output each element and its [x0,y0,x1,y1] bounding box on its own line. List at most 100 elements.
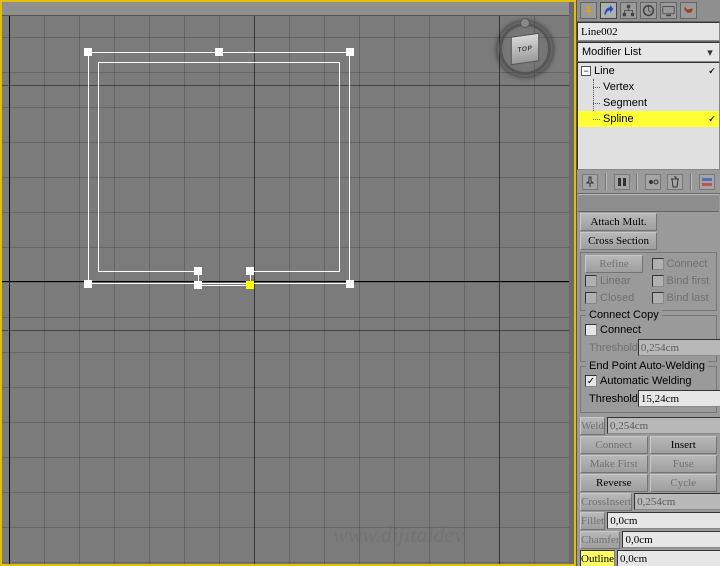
tab-create[interactable] [580,2,597,19]
auto-weld-checkbox[interactable]: ✓ [585,375,597,387]
outline-spinner[interactable]: ▲▼ [617,550,720,566]
refine-button[interactable]: Refine [585,255,643,273]
pin-icon [584,176,596,188]
remove-modifier-button[interactable] [667,174,683,190]
vertex[interactable] [194,281,202,289]
stack-sub-label: Spline [603,113,634,125]
attach-mult-button[interactable]: Attach Mult. [580,213,657,231]
viewport-scrollbar[interactable] [569,2,574,564]
stack-root-line[interactable]: − Line 🗸 [578,63,719,79]
unique-icon [647,176,659,188]
viewcube-label: TOP [518,45,533,54]
motion-icon [642,4,655,17]
reverse-button[interactable]: Reverse [580,474,648,492]
outline-input[interactable] [617,550,720,566]
spline-shape[interactable] [98,62,340,272]
cross-section-button[interactable]: Cross Section [580,232,657,250]
fillet-button[interactable]: Fillet [580,512,605,530]
bind-last-checkbox [652,292,664,304]
closed-label: Closed [600,292,634,304]
bind-last-label: Bind last [667,292,709,304]
viewcube-handle[interactable] [520,18,530,28]
configure-sets-button[interactable] [699,174,715,190]
weld-button[interactable]: Weld [580,417,605,435]
auto-weld-group: End Point Auto-Welding ✓ Automatic Weldi… [580,366,717,413]
make-first-button[interactable]: Make First [580,455,648,473]
stack-sub-label: Segment [603,97,647,109]
fillet-spinner[interactable]: ▲▼ [607,512,720,529]
chamfer-spinner[interactable]: ▲▼ [622,531,720,548]
fuse-button[interactable]: Fuse [650,455,718,473]
stack-sub-spline[interactable]: Spline 🗸 [578,111,719,127]
collapse-icon[interactable]: − [581,66,591,76]
insert-button[interactable]: Insert [650,436,718,454]
linear-label: Linear [600,275,631,287]
handle[interactable] [84,280,92,288]
weld-spinner: ▲▼ [607,417,720,434]
result-icon [616,176,628,188]
rollup-header-partial[interactable] [578,194,719,212]
tab-motion[interactable] [640,2,657,19]
viewcube-top-face[interactable]: TOP [511,33,540,66]
chamfer-input[interactable] [622,531,720,548]
connect-button[interactable]: Connect [580,436,648,454]
connect-refine-checkbox [652,258,664,270]
aw-threshold-spinner[interactable]: ▲▼ [638,390,720,407]
make-unique-button[interactable] [645,174,661,190]
tab-display[interactable] [660,2,677,19]
chamfer-button[interactable]: Chamfer [580,531,620,549]
modifier-list-label: Modifier List [582,46,641,58]
display-icon [662,4,675,17]
stack-toolbar [577,170,720,194]
first-vertex[interactable] [246,281,254,289]
vertex[interactable] [246,267,254,275]
handle[interactable] [346,280,354,288]
ruler [2,2,574,16]
handle[interactable] [346,48,354,56]
stack-sub-vertex[interactable]: Vertex [578,79,719,95]
plus-icon [582,4,595,17]
vertex[interactable] [194,267,202,275]
trash-icon [669,176,681,188]
weld-spinner-input [607,417,720,434]
linear-checkbox [585,275,597,287]
bind-first-label: Bind first [667,275,710,287]
connect-copy-checkbox[interactable] [585,324,597,336]
closed-checkbox [585,292,597,304]
active-indicator-icon: 🗸 [708,114,715,125]
modifier-list-dropdown[interactable]: Modifier List ▾ [577,42,720,62]
auto-weld-title: End Point Auto-Welding [586,360,708,372]
command-panel: Modifier List ▾ − Line 🗸 Vertex Segment … [576,0,720,566]
rollup-area[interactable]: Attach Mult. Cross Section Refine Linear [577,194,720,566]
spline-edge[interactable] [198,285,251,286]
tab-utilities[interactable] [680,2,697,19]
tab-modify[interactable] [600,2,617,19]
hammer-icon [682,4,695,17]
show-end-result-button[interactable] [614,174,630,190]
active-indicator-icon: 🗸 [708,66,715,77]
auto-weld-label: Automatic Welding [600,375,692,387]
viewcube[interactable]: TOP [496,20,554,78]
fillet-input[interactable] [607,512,720,529]
tab-hierarchy[interactable] [620,2,637,19]
cc-threshold-label: Threshold [589,342,638,354]
connect-copy-title: Connect Copy [586,309,662,321]
viewport-top[interactable]: TOP www.dijitaldev [0,0,576,566]
aw-threshold-label: Threshold [589,393,638,405]
crossinsert-button[interactable]: CrossInsert [580,493,632,511]
configure-icon [701,176,713,188]
connect-copy-group: Connect Copy Connect Threshold ▲▼ [580,315,717,362]
stack-sub-segment[interactable]: Segment [578,95,719,111]
aw-threshold-input[interactable] [638,390,720,407]
object-name-input[interactable] [577,22,720,41]
modifier-stack[interactable]: − Line 🗸 Vertex Segment Spline 🗸 [577,62,720,170]
handle[interactable] [215,48,223,56]
modify-icon [602,4,615,17]
watermark: www.dijitaldev [333,522,464,548]
cc-threshold-input [638,339,720,356]
handle[interactable] [84,48,92,56]
pin-stack-button[interactable] [582,174,598,190]
cycle-button[interactable]: Cycle [650,474,718,492]
outline-button[interactable]: Outline [580,550,615,566]
connect-refine-label: Connect [667,258,708,270]
